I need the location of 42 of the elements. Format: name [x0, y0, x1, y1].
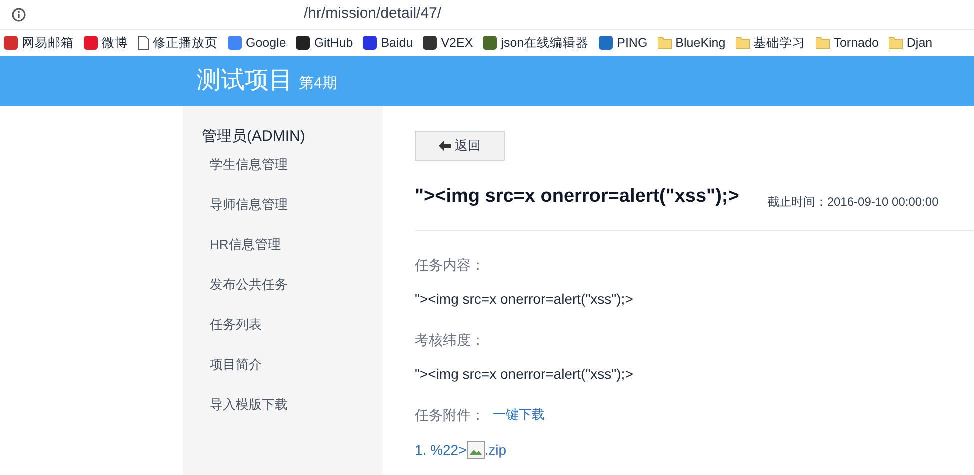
- bookmark[interactable]: GitHub: [296, 34, 354, 52]
- url-field[interactable]: /hr/mission/detail/47/: [304, 3, 442, 26]
- mission-title: "><img src=x onerror=alert("xss");>: [415, 185, 740, 209]
- bookmark[interactable]: BlueKing: [658, 34, 726, 52]
- bookmark[interactable]: 网易邮箱: [4, 34, 74, 52]
- folder-icon: [658, 37, 672, 49]
- bookmark[interactable]: V2EX: [423, 34, 474, 52]
- page-icon: [138, 36, 149, 50]
- section-value: "><img src=x onerror=alert("xss");>: [415, 290, 634, 309]
- section-value: "><img src=x onerror=alert("xss");>: [415, 364, 634, 384]
- arrow-left-icon: [439, 141, 451, 151]
- bookmark[interactable]: 修正播放页: [138, 34, 218, 52]
- sidebar-item[interactable]: HR信息管理: [202, 234, 281, 274]
- bookmark[interactable]: Djan: [888, 34, 933, 52]
- broken-image-icon: [466, 441, 485, 459]
- bookmark[interactable]: json在线编辑器: [483, 34, 590, 52]
- sidebar-item[interactable]: 发布公共任务: [202, 274, 288, 314]
- info-icon[interactable]: [12, 8, 26, 22]
- folder-icon: [816, 37, 830, 49]
- section-label: 任务内容：: [415, 256, 485, 274]
- folder-icon: [888, 37, 903, 49]
- bookmark[interactable]: 微博: [84, 34, 128, 52]
- sidebar-item[interactable]: 学生信息管理: [202, 154, 288, 194]
- sidebar-item[interactable]: 项目简介: [202, 354, 262, 394]
- bookmark[interactable]: Tornado: [816, 34, 879, 52]
- sidebar-item[interactable]: 导师信息管理: [202, 194, 288, 234]
- sidebar-item[interactable]: 任务列表: [202, 314, 262, 354]
- deadline-text: 截止时间：2016-09-10 00:00:00: [767, 194, 939, 210]
- bookmark[interactable]: PING: [599, 34, 648, 52]
- attachments-label: 任务附件：: [415, 406, 485, 424]
- sidebar-item[interactable]: 导入模版下载: [202, 394, 288, 434]
- project-title: 测试项目: [197, 66, 293, 96]
- download-all-link[interactable]: 一键下载: [493, 405, 545, 425]
- bookmark[interactable]: 基础学习: [736, 34, 806, 52]
- issue-label: 第4期: [299, 74, 338, 94]
- sidebar-title: 管理员(ADMIN): [202, 127, 306, 147]
- attachment-link[interactable]: 1. %22> .zip: [415, 440, 507, 460]
- section-label: 考核纬度：: [415, 330, 485, 350]
- back-button[interactable]: 返回: [415, 131, 505, 161]
- bookmark[interactable]: Google: [228, 34, 286, 52]
- bookmark[interactable]: Baidu: [363, 34, 414, 52]
- folder-icon: [736, 37, 750, 49]
